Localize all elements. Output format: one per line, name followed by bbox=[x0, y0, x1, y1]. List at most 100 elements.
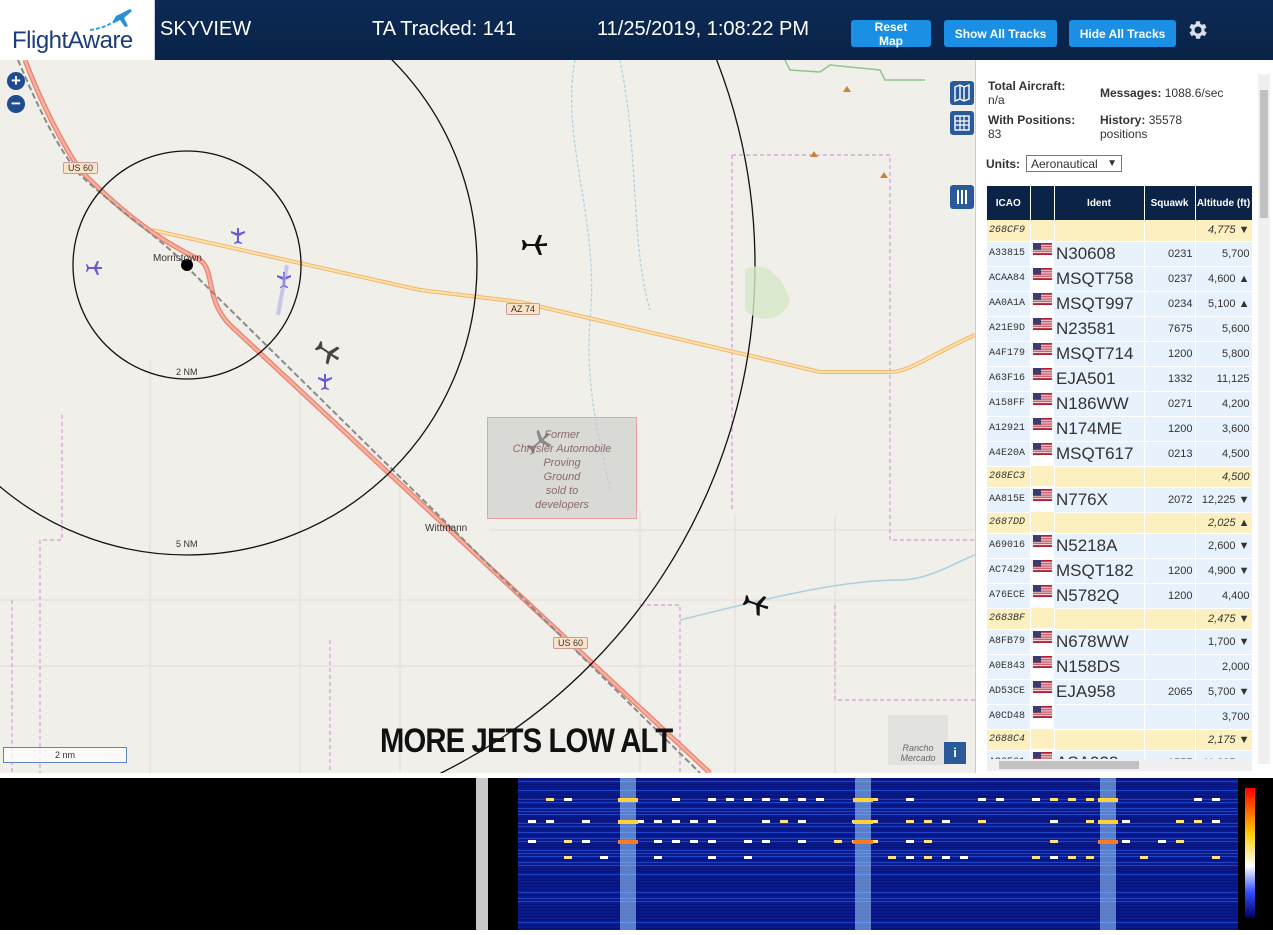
squawk-cell bbox=[1144, 729, 1196, 751]
icao-cell: 2687DD bbox=[987, 512, 1031, 534]
squawk-cell bbox=[1144, 533, 1196, 559]
table-row[interactable]: ACAA84 MSQT758 0237 4,600 ▲ bbox=[987, 266, 1252, 292]
table-row[interactable]: A69016 N5218A 2,600 ▼ bbox=[987, 533, 1252, 559]
icao-cell: A76ECE bbox=[987, 583, 1031, 609]
units-select[interactable]: Aeronautical ▼ bbox=[1026, 155, 1122, 172]
table-row[interactable]: A63F16 EJA501 1332 11,125 bbox=[987, 366, 1252, 392]
proving-ground-label: Former Chrysler Automobile Proving Groun… bbox=[512, 429, 612, 511]
waterfall-signal bbox=[1212, 798, 1220, 801]
show-all-tracks-button[interactable]: Show All Tracks bbox=[944, 20, 1057, 47]
waterfall-signal bbox=[996, 798, 1004, 801]
table-row[interactable]: AA0A1A MSQT997 0234 5,100 ▲ bbox=[987, 291, 1252, 317]
columns-toggle-icon[interactable] bbox=[950, 185, 974, 209]
map-caption-overlay: MORE JETS LOW ALT bbox=[380, 722, 673, 760]
flag-header[interactable] bbox=[1030, 186, 1055, 220]
icao-cell: 268EC3 bbox=[987, 466, 1031, 488]
table-row[interactable]: AD53CE EJA958 2065 5,700 ▼ bbox=[987, 679, 1252, 705]
total-aircraft-value: n/a bbox=[988, 93, 1005, 107]
waterfall-signal bbox=[888, 856, 896, 859]
messages-value: 1088.6/sec bbox=[1164, 86, 1224, 100]
vertical-scrollbar[interactable] bbox=[1258, 74, 1270, 764]
table-row[interactable]: A158FF N186WW 0271 4,200 bbox=[987, 391, 1252, 417]
icao-header[interactable]: ICAO bbox=[987, 186, 1031, 220]
us-flag-icon bbox=[1032, 631, 1052, 644]
altitude-header[interactable]: Altitude (ft) bbox=[1195, 186, 1252, 220]
reset-map-button[interactable]: Reset Map bbox=[851, 20, 931, 48]
messages-label: Messages: bbox=[1100, 86, 1162, 100]
map-info-button[interactable]: i bbox=[944, 742, 966, 764]
ident-cell bbox=[1054, 608, 1145, 630]
waterfall-signal bbox=[582, 820, 590, 823]
altitude-cell: 4,600 ▲ bbox=[1195, 266, 1252, 292]
table-row[interactable]: A8FB79 N678WW 1,700 ▼ bbox=[987, 629, 1252, 655]
table-row[interactable]: 2687DD 2,025 ▲ bbox=[987, 512, 1252, 534]
hide-all-tracks-button[interactable]: Hide All Tracks bbox=[1069, 20, 1176, 47]
waterfall-signal bbox=[582, 840, 590, 843]
us-flag-icon bbox=[1032, 393, 1052, 406]
aircraft-table-container[interactable]: ICAO Ident Squawk Altitude (ft) 268CF9 4,775… bbox=[987, 186, 1252, 761]
ident-cell: N776X bbox=[1054, 487, 1145, 513]
table-row[interactable]: AA815E N776X 2072 12,225 ▼ bbox=[987, 487, 1252, 513]
table-row[interactable]: A0E843 N158DS 2,000 bbox=[987, 654, 1252, 680]
ident-cell: N23581 bbox=[1054, 316, 1145, 342]
ident-cell: MSQT758 bbox=[1054, 266, 1145, 292]
table-row[interactable]: A33815 N30608 0231 5,700 bbox=[987, 241, 1252, 267]
icao-cell: ACAA84 bbox=[987, 266, 1031, 292]
gear-icon[interactable] bbox=[1186, 18, 1210, 42]
map-layers-icon[interactable] bbox=[950, 81, 974, 105]
scrollbar-thumb-horizontal[interactable] bbox=[999, 761, 1139, 769]
altitude-cell: 1,700 ▼ bbox=[1195, 629, 1252, 655]
waterfall-signal bbox=[1068, 856, 1076, 859]
waterfall-signal bbox=[906, 820, 914, 823]
table-row[interactable]: A4E20A MSQT617 0213 4,500 bbox=[987, 441, 1252, 467]
altitude-cell: 4,900 ▼ bbox=[1195, 558, 1252, 584]
table-row[interactable]: AC7429 MSQT182 1200 4,900 ▼ bbox=[987, 558, 1252, 584]
icao-cell: A33815 bbox=[987, 241, 1031, 267]
flightaware-logo[interactable]: FlightAware bbox=[0, 0, 155, 60]
ident-cell bbox=[1054, 729, 1145, 751]
ident-header[interactable]: Ident bbox=[1054, 186, 1145, 220]
scrollbar-thumb[interactable] bbox=[1260, 90, 1268, 218]
waterfall-peak bbox=[1098, 840, 1118, 844]
waterfall-signal bbox=[762, 840, 770, 843]
table-row[interactable]: 268CF9 4,775 ▼ bbox=[987, 220, 1252, 242]
ident-cell bbox=[1054, 512, 1145, 534]
us-flag-icon bbox=[1032, 489, 1052, 502]
table-row[interactable]: A4F179 MSQT714 1200 5,800 bbox=[987, 341, 1252, 367]
grid-overlay-icon[interactable] bbox=[950, 111, 974, 135]
table-row[interactable]: 2683BF 2,475 ▼ bbox=[987, 608, 1252, 630]
table-row[interactable]: 268EC3 4,500 bbox=[987, 466, 1252, 488]
total-aircraft-label: Total Aircraft: bbox=[988, 79, 1066, 93]
aircraft-table: ICAO Ident Squawk Altitude (ft) 268CF9 4,775… bbox=[987, 186, 1252, 761]
icao-cell: A8FB79 bbox=[987, 629, 1031, 655]
map-scale-bar: 2 nm bbox=[3, 747, 127, 763]
zoom-out-button[interactable]: − bbox=[7, 95, 25, 113]
icao-cell: A21E9D bbox=[987, 316, 1031, 342]
altitude-cell: 4,200 bbox=[1195, 391, 1252, 417]
table-row[interactable]: 2688C4 2,175 ▼ bbox=[987, 729, 1252, 751]
waterfall-signal bbox=[924, 856, 932, 859]
icao-cell: A12921 bbox=[987, 416, 1031, 442]
waterfall-peak bbox=[618, 840, 638, 844]
rancho-mercado-label: Rancho Mercado bbox=[888, 715, 948, 765]
waterfall-peak bbox=[618, 798, 638, 802]
squawk-cell bbox=[1144, 654, 1196, 680]
squawk-cell: 2072 bbox=[1144, 487, 1196, 513]
waterfall-signal bbox=[1050, 840, 1058, 843]
zoom-in-button[interactable]: + bbox=[7, 72, 25, 90]
map-view[interactable]: + − Morristown Wittmann 2 NM 5 NM US 60 … bbox=[0, 60, 975, 773]
squawk-header[interactable]: Squawk bbox=[1144, 186, 1196, 220]
horizontal-scrollbar[interactable] bbox=[987, 759, 1252, 771]
table-row[interactable]: A76ECE N5782Q 1200 4,400 bbox=[987, 583, 1252, 609]
chevron-down-icon: ▼ bbox=[1107, 158, 1117, 169]
waterfall-signal bbox=[600, 856, 608, 859]
waterfall-signal bbox=[960, 856, 968, 859]
flag-cell bbox=[1030, 560, 1055, 574]
spectrum-divider bbox=[476, 778, 488, 930]
altitude-cell: 5,700 bbox=[1195, 241, 1252, 267]
table-row[interactable]: A12921 N174ME 1200 3,600 bbox=[987, 416, 1252, 442]
table-row[interactable]: A21E9D N23581 7675 5,600 bbox=[987, 316, 1252, 342]
us-flag-icon bbox=[1032, 368, 1052, 381]
squawk-cell bbox=[1144, 629, 1196, 655]
table-row[interactable]: A0CD48 3,700 bbox=[987, 704, 1252, 730]
